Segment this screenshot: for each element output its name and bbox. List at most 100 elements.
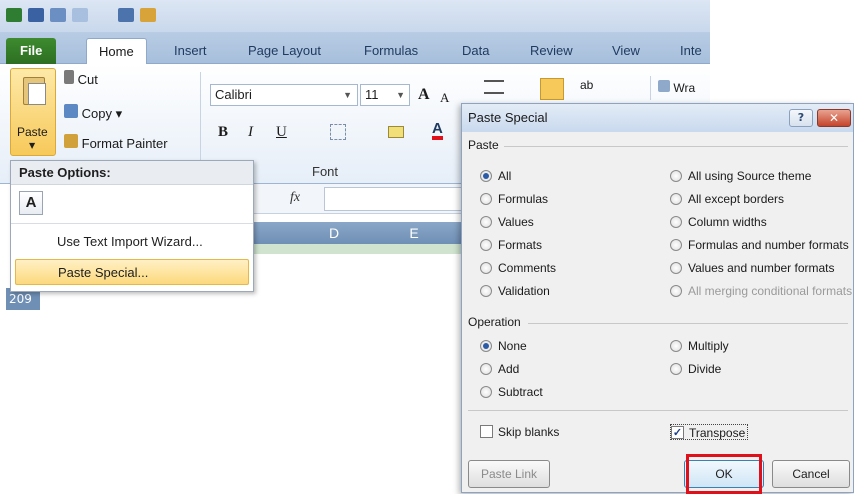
cut-button[interactable]: Cut bbox=[64, 70, 98, 87]
radio-label: Comments bbox=[498, 261, 557, 275]
paste-link-button[interactable]: Paste Link bbox=[468, 460, 550, 488]
radio-validation[interactable]: Validation bbox=[480, 283, 550, 299]
format-painter-button[interactable]: Format Painter bbox=[64, 134, 168, 151]
tab-insert[interactable]: Insert bbox=[162, 38, 219, 64]
radio-values-number-formats[interactable]: Values and number formats bbox=[670, 260, 835, 276]
fill-color-icon[interactable] bbox=[388, 126, 404, 138]
close-button[interactable]: ✕ bbox=[817, 109, 851, 127]
radio-formulas[interactable]: Formulas bbox=[480, 191, 548, 207]
radio-divide[interactable]: Divide bbox=[670, 361, 721, 377]
menu-divider bbox=[11, 223, 253, 224]
tab-view[interactable]: View bbox=[600, 38, 652, 64]
tab-review[interactable]: Review bbox=[518, 38, 585, 64]
radio-icon bbox=[480, 284, 492, 297]
grow-font-icon[interactable]: A bbox=[418, 86, 430, 104]
radio-icon bbox=[670, 169, 682, 182]
format-painter-label: Format Painter bbox=[81, 136, 168, 151]
radio-label: All bbox=[498, 169, 512, 183]
menu-item-label: Use Text Import Wizard... bbox=[57, 234, 203, 249]
radio-formats[interactable]: Formats bbox=[480, 237, 542, 253]
radio-label: None bbox=[498, 339, 527, 353]
radio-label: Column widths bbox=[688, 215, 767, 229]
radio-all-source-theme[interactable]: All using Source theme bbox=[670, 168, 811, 184]
radio-label: All except borders bbox=[688, 192, 785, 206]
paintbrush-icon bbox=[64, 134, 78, 148]
quick-access-toolbar bbox=[0, 0, 710, 32]
radio-icon bbox=[670, 284, 682, 297]
radio-icon bbox=[480, 261, 492, 274]
copy-button[interactable]: Copy ▾ bbox=[64, 104, 122, 122]
paste-special-dialog: Paste Special ? ✕ Paste All Formulas Val… bbox=[461, 103, 854, 494]
table-icon[interactable] bbox=[118, 8, 134, 22]
tab-formulas[interactable]: Formulas bbox=[352, 38, 430, 64]
radio-label: Divide bbox=[688, 362, 722, 376]
radio-label: Formulas bbox=[498, 192, 549, 206]
undo-icon[interactable] bbox=[50, 8, 66, 22]
transpose-checkbox[interactable]: ✓ Transpose bbox=[670, 424, 749, 440]
column-header-d[interactable]: D bbox=[294, 222, 374, 244]
menu-item-text-import-wizard[interactable]: Use Text Import Wizard... bbox=[15, 229, 249, 255]
radio-icon bbox=[480, 385, 492, 398]
borders-icon[interactable] bbox=[330, 124, 346, 140]
chart-icon[interactable] bbox=[140, 8, 156, 22]
tab-home[interactable]: Home bbox=[86, 38, 147, 64]
radio-column-widths[interactable]: Column widths bbox=[670, 214, 767, 230]
radio-icon bbox=[670, 215, 682, 228]
cancel-button[interactable]: Cancel bbox=[772, 460, 850, 488]
ribbon-tab-row: File Home Insert Page Layout Formulas Da… bbox=[0, 32, 710, 64]
orientation-icon[interactable]: ab bbox=[580, 78, 593, 92]
radio-icon bbox=[480, 362, 492, 375]
radio-none[interactable]: None bbox=[480, 338, 527, 354]
paste-keep-text-icon[interactable]: A bbox=[19, 191, 43, 215]
paste-button[interactable]: Paste ▼ bbox=[10, 68, 56, 156]
font-name-select[interactable]: Calibri ▼ bbox=[210, 84, 358, 106]
font-group-label: Font bbox=[312, 164, 339, 179]
shrink-font-icon[interactable]: A bbox=[440, 90, 449, 106]
chevron-down-icon: ▼ bbox=[396, 90, 405, 100]
tab-file[interactable]: File bbox=[6, 38, 57, 64]
radio-icon bbox=[670, 339, 682, 352]
italic-icon[interactable]: I bbox=[248, 124, 253, 141]
radio-all-except-borders[interactable]: All except borders bbox=[670, 191, 784, 207]
menu-item-paste-special[interactable]: Paste Special... bbox=[15, 259, 249, 285]
font-size-select[interactable]: 11 ▼ bbox=[360, 84, 410, 106]
radio-icon bbox=[670, 238, 682, 251]
radio-subtract[interactable]: Subtract bbox=[480, 384, 543, 400]
radio-all[interactable]: All bbox=[480, 168, 511, 184]
radio-icon bbox=[480, 215, 492, 228]
column-header-e[interactable]: E bbox=[374, 222, 454, 244]
help-button[interactable]: ? bbox=[789, 109, 813, 127]
radio-label: Values and number formats bbox=[688, 261, 835, 275]
radio-values[interactable]: Values bbox=[480, 214, 534, 230]
radio-label: All merging conditional formats bbox=[688, 284, 853, 298]
tab-data[interactable]: Data bbox=[450, 38, 501, 64]
bold-icon[interactable]: B bbox=[218, 124, 228, 141]
scissors-icon bbox=[64, 70, 74, 84]
save-icon[interactable] bbox=[28, 8, 44, 22]
tab-page-layout[interactable]: Page Layout bbox=[236, 38, 333, 64]
radio-label: Validation bbox=[498, 284, 550, 298]
radio-all-merging-conditional-formats: All merging conditional formats bbox=[670, 283, 852, 299]
paste-options-menu: Paste Options: A Use Text Import Wizard.… bbox=[10, 160, 254, 292]
radio-comments[interactable]: Comments bbox=[480, 260, 556, 276]
wrap-text-button[interactable]: Wra bbox=[658, 80, 695, 95]
group-divider bbox=[468, 410, 848, 411]
function-icon[interactable]: fx bbox=[290, 190, 300, 206]
radio-selected-icon bbox=[480, 339, 492, 352]
radio-label: Formulas and number formats bbox=[688, 238, 849, 252]
radio-formulas-number-formats[interactable]: Formulas and number formats bbox=[670, 237, 849, 253]
ribbon-divider bbox=[200, 72, 201, 172]
tab-partial[interactable]: Inte bbox=[668, 38, 714, 64]
underline-icon[interactable]: U bbox=[276, 124, 287, 141]
radio-multiply[interactable]: Multiply bbox=[670, 338, 729, 354]
ribbon-divider bbox=[650, 76, 651, 100]
paste-sheet-icon bbox=[28, 83, 46, 105]
skip-blanks-checkbox[interactable]: Skip blanks bbox=[480, 424, 559, 440]
font-color-icon[interactable]: A bbox=[432, 121, 443, 140]
font-name-value: Calibri bbox=[215, 87, 252, 102]
redo-icon[interactable] bbox=[72, 8, 88, 22]
radio-add[interactable]: Add bbox=[480, 361, 519, 377]
operation-group-label: Operation bbox=[468, 315, 521, 329]
align-middle-icon[interactable] bbox=[540, 78, 564, 100]
align-top-icon[interactable] bbox=[484, 80, 504, 94]
